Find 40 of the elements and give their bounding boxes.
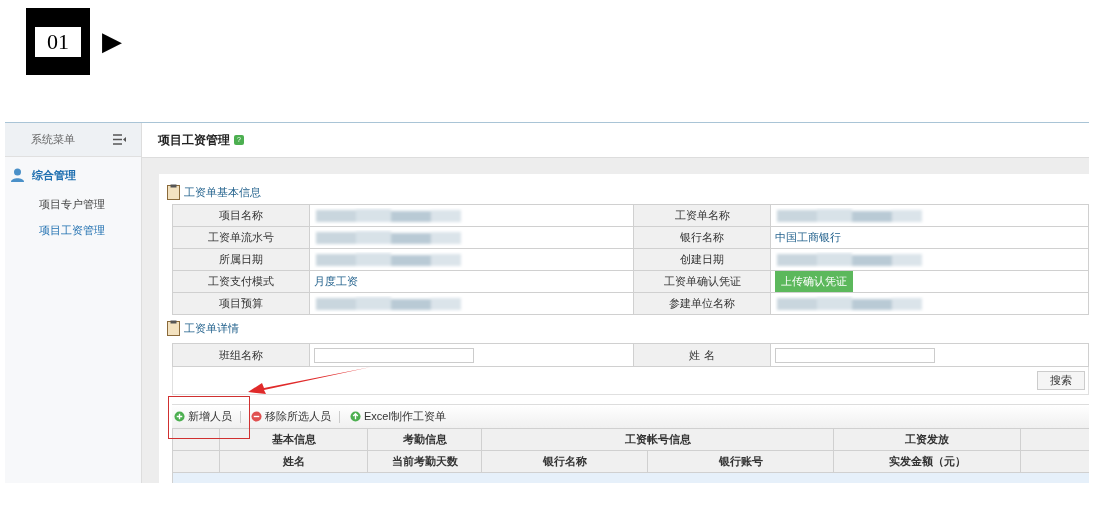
field-label: 工资单名称	[634, 205, 771, 227]
column-group-header: 工资发放	[834, 429, 1021, 451]
menu-group[interactable]: 综合管理	[32, 167, 76, 184]
field-label: 参建单位名称	[634, 293, 771, 315]
field-label: 工资支付模式	[173, 271, 310, 293]
sidebar-item[interactable]: 项目工资管理	[39, 222, 141, 239]
filter-label: 班组名称	[173, 344, 310, 367]
toolbar-button[interactable]: Excel制作工资单	[348, 408, 446, 425]
toolbar-button[interactable]: 新增人员	[172, 408, 232, 425]
clipboard-icon	[167, 184, 180, 200]
filter-label: 姓 名	[634, 344, 771, 367]
field-label: 工资单流水号	[173, 227, 310, 249]
clipboard-icon	[167, 320, 180, 336]
minus-circle-icon	[251, 411, 262, 422]
field-label: 银行名称	[634, 227, 771, 249]
step-number-badge: 01	[26, 8, 90, 75]
page-title: 项目工资管理	[158, 132, 230, 149]
user-icon	[11, 168, 24, 183]
toolbar-button[interactable]: 移除所选人员	[249, 408, 331, 425]
field-value: 中国工商银行	[775, 230, 841, 246]
section-title: 工资单基本信息	[184, 184, 261, 200]
search-button[interactable]: 搜索	[1037, 371, 1085, 390]
field-label: 所属日期	[173, 249, 310, 271]
menu-collapse-icon[interactable]	[113, 134, 127, 145]
section-title: 工资单详情	[184, 320, 239, 336]
column-group-header: 考勤信息	[368, 429, 482, 451]
filter-input[interactable]	[314, 347, 474, 363]
field-label: 创建日期	[634, 249, 771, 271]
field-label: 工资单确认凭证	[634, 271, 771, 293]
play-arrow: ▶	[102, 25, 122, 58]
field-value: 月度工资	[314, 274, 358, 290]
field-label: 项目名称	[173, 205, 310, 227]
plus-circle-icon	[174, 411, 185, 422]
column-group-header: 基本信息	[220, 429, 368, 451]
sidebar-title: 系统菜单	[31, 132, 75, 148]
sidebar-item[interactable]: 项目专户管理	[39, 195, 141, 212]
column-group-header: 工资帐号信息	[482, 429, 834, 451]
up-arrow-circle-icon	[350, 411, 361, 422]
field-label: 项目预算	[173, 293, 310, 315]
filter-input[interactable]	[775, 347, 935, 363]
